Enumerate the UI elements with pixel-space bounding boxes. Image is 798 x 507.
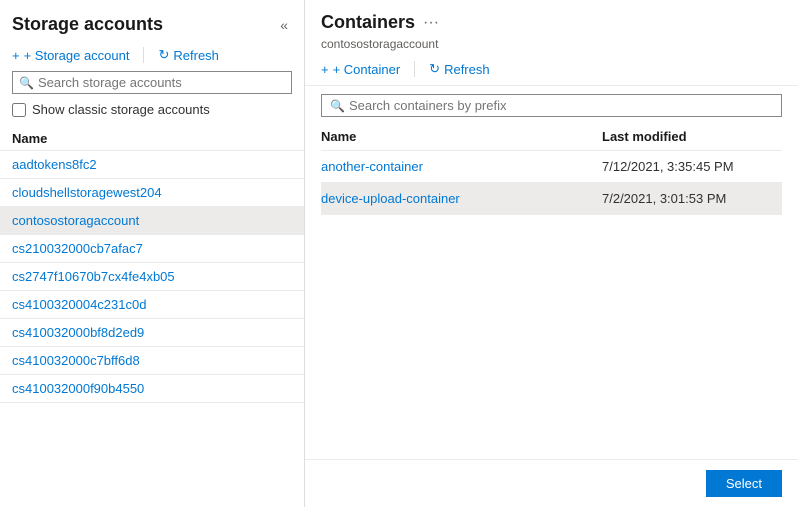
- add-storage-label: + Storage account: [24, 48, 130, 63]
- left-panel-header: Storage accounts «: [0, 0, 304, 43]
- col-name-header: Name: [321, 129, 602, 144]
- add-icon: +: [12, 48, 20, 63]
- container-row[interactable]: another-container7/12/2021, 3:35:45 PM: [321, 151, 782, 183]
- classic-accounts-label: Show classic storage accounts: [32, 102, 210, 117]
- main-layout: Storage accounts « + + Storage account ↻…: [0, 0, 798, 507]
- account-list-item[interactable]: cs210032000cb7afac7: [0, 235, 304, 263]
- left-refresh-button[interactable]: ↻ Refresh: [158, 47, 218, 63]
- storage-search-input[interactable]: [38, 75, 285, 90]
- classic-accounts-row: Show classic storage accounts: [12, 100, 292, 119]
- left-search-area: 🔍 Show classic storage accounts: [0, 71, 304, 125]
- refresh-icon-left: ↻: [158, 47, 169, 63]
- account-list-item[interactable]: cs410032000f90b4550: [0, 375, 304, 403]
- container-last-modified: 7/2/2021, 3:01:53 PM: [602, 191, 782, 206]
- collapse-button[interactable]: «: [276, 15, 292, 35]
- right-panel-header: Containers ···: [305, 0, 798, 37]
- container-search-area: 🔍: [305, 86, 798, 121]
- container-search-wrapper: 🔍: [321, 94, 782, 117]
- right-toolbar: + + Container ↻ Refresh: [305, 57, 798, 86]
- refresh-icon-right: ↻: [429, 61, 440, 77]
- right-panel-title-row: Containers ···: [321, 12, 439, 33]
- storage-search-wrapper: 🔍: [12, 71, 292, 94]
- account-list-item[interactable]: cs2747f10670b7cx4fe4xb05: [0, 263, 304, 291]
- storage-account-subtitle: contosostoragaccount: [305, 37, 798, 57]
- more-options-icon[interactable]: ···: [423, 14, 439, 32]
- left-toolbar: + + Storage account ↻ Refresh: [0, 43, 304, 71]
- left-panel: Storage accounts « + + Storage account ↻…: [0, 0, 305, 507]
- add-storage-account-button[interactable]: + + Storage account: [12, 48, 129, 63]
- table-header: Name Last modified: [321, 121, 782, 151]
- bottom-bar: Select: [305, 459, 798, 507]
- left-panel-title: Storage accounts: [12, 14, 163, 35]
- right-refresh-button[interactable]: ↻ Refresh: [429, 61, 489, 77]
- add-container-button[interactable]: + + Container: [321, 62, 400, 77]
- right-toolbar-separator: [414, 61, 415, 77]
- account-list-item[interactable]: cs410032000bf8d2ed9: [0, 319, 304, 347]
- container-search-input[interactable]: [349, 98, 773, 113]
- container-last-modified: 7/12/2021, 3:35:45 PM: [602, 159, 782, 174]
- right-panel: Containers ··· contosostoragaccount + + …: [305, 0, 798, 507]
- account-list: aadtokens8fc2cloudshellstoragewest204con…: [0, 151, 304, 507]
- account-list-item[interactable]: cloudshellstoragewest204: [0, 179, 304, 207]
- accounts-list-header: Name: [0, 125, 304, 151]
- account-list-item[interactable]: aadtokens8fc2: [0, 151, 304, 179]
- select-button[interactable]: Select: [706, 470, 782, 497]
- container-name: another-container: [321, 159, 602, 174]
- container-row[interactable]: device-upload-container7/2/2021, 3:01:53…: [321, 183, 782, 215]
- classic-accounts-checkbox[interactable]: [12, 103, 26, 117]
- container-name: device-upload-container: [321, 191, 602, 206]
- add-container-label: + Container: [333, 62, 401, 77]
- container-search-icon: 🔍: [330, 99, 345, 113]
- col-modified-header: Last modified: [602, 129, 782, 144]
- storage-search-icon: 🔍: [19, 76, 34, 90]
- toolbar-separator: [143, 47, 144, 63]
- containers-table: Name Last modified another-container7/12…: [305, 121, 798, 459]
- account-list-item[interactable]: cs410032000c7bff6d8: [0, 347, 304, 375]
- account-list-item[interactable]: contosostoragaccount: [0, 207, 304, 235]
- account-list-item[interactable]: cs4100320004c231c0d: [0, 291, 304, 319]
- right-refresh-label: Refresh: [444, 62, 490, 77]
- right-panel-title: Containers: [321, 12, 415, 33]
- left-refresh-label: Refresh: [173, 48, 219, 63]
- add-container-icon: +: [321, 62, 329, 77]
